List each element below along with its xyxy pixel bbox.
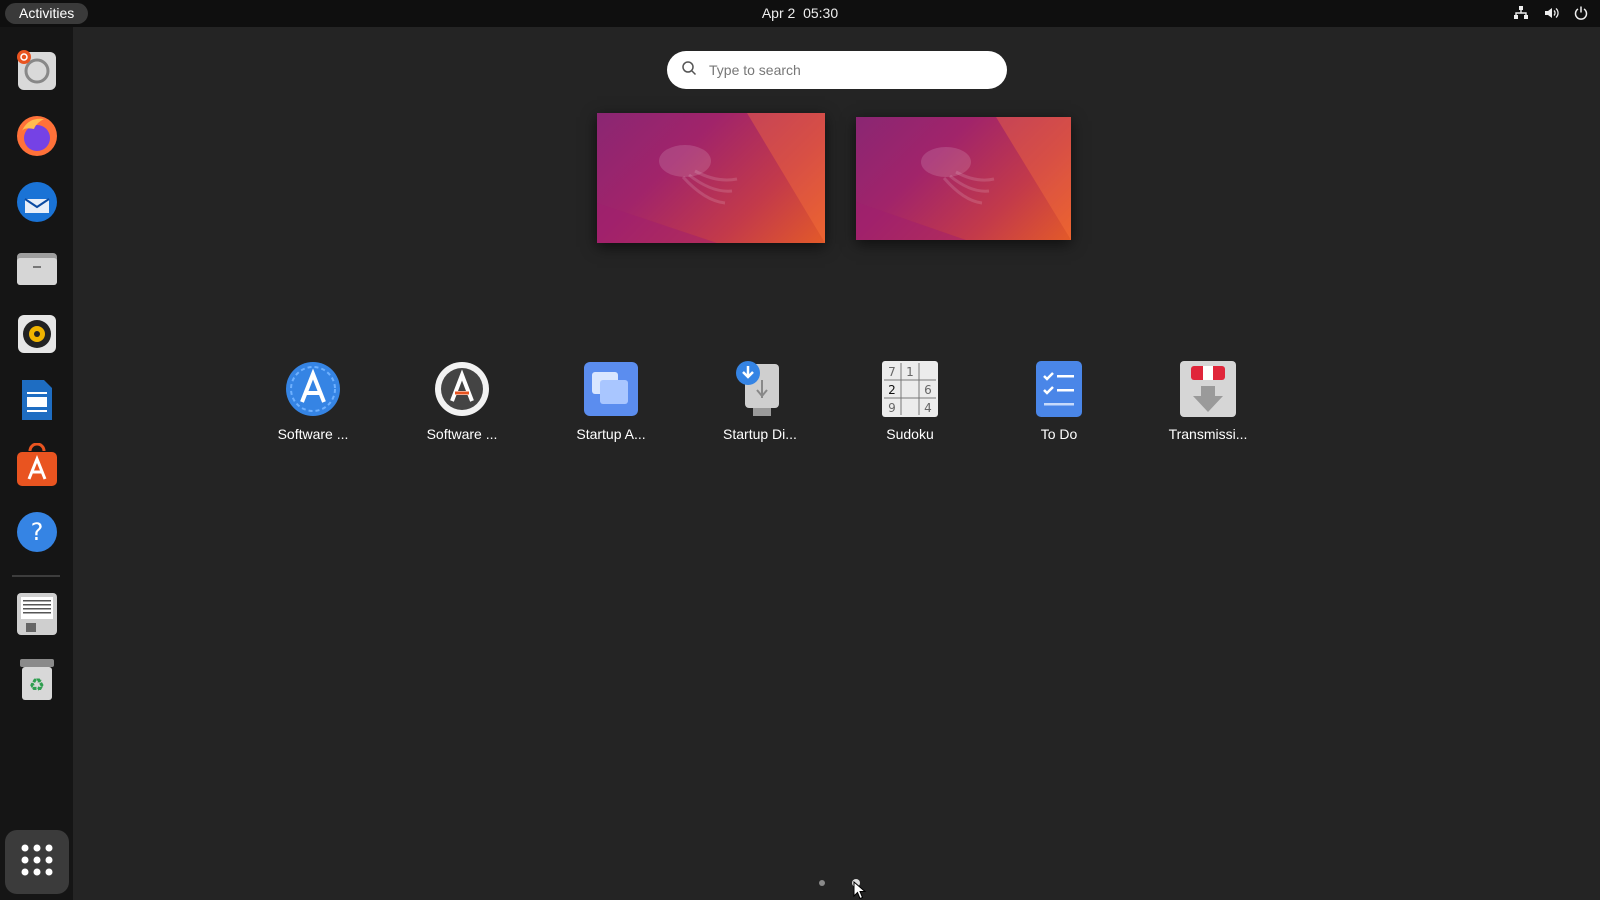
clock-date: Apr 2 (761, 5, 796, 21)
sudoku-digit: 6 (924, 383, 932, 397)
clock-button[interactable]: Apr 2 05:30 (762, 5, 838, 21)
startup-applications-icon (582, 360, 640, 418)
top-bar: Activities Apr 2 05:30 (0, 0, 1600, 27)
sudoku-digit: 2 (888, 383, 896, 397)
app-transmission[interactable]: Transmissi... (1138, 360, 1278, 442)
dock-item-thunderbird[interactable] (10, 177, 64, 231)
software-icon (14, 442, 60, 494)
network-icon[interactable] (1512, 4, 1530, 22)
power-icon[interactable] (1572, 4, 1590, 22)
app-label: Software ... (277, 426, 349, 442)
volume-icon[interactable] (1542, 4, 1560, 22)
app-label: Startup Di... (723, 426, 797, 442)
dock-separator (12, 575, 60, 577)
app-startup-applications[interactable]: Startup A... (541, 360, 681, 442)
dock-item-writer[interactable] (10, 375, 64, 429)
clock: Apr 2 05:30 (0, 0, 1600, 27)
dock-item-rhythmbox[interactable] (10, 309, 64, 363)
dock-item-files[interactable] (10, 243, 64, 297)
system-tray[interactable] (1512, 4, 1590, 22)
startup-disk-creator-icon (731, 360, 789, 418)
search-bar[interactable] (667, 51, 1007, 89)
app-label: Sudoku (886, 426, 934, 442)
activities-button[interactable]: Activities (5, 3, 89, 24)
dock-item-help[interactable]: ? (10, 507, 64, 561)
app-software-properties[interactable]: Software ... (392, 360, 532, 442)
app-label: To Do (1040, 426, 1078, 442)
software-properties-icon (433, 360, 491, 418)
search-icon (681, 60, 697, 81)
search-input[interactable] (709, 62, 979, 78)
dock-item-drive[interactable] (10, 589, 64, 643)
todo-icon (1030, 360, 1088, 418)
transmission-icon (1179, 360, 1237, 418)
clock-time: 05:30 (803, 5, 839, 21)
sudoku-icon: 7 1 2 6 9 4 (881, 360, 939, 418)
dock: ? ♻ (0, 27, 73, 900)
workspace-thumbnail-2[interactable] (856, 117, 1071, 240)
svg-text:?: ? (31, 518, 44, 546)
show-applications-button[interactable] (5, 830, 69, 894)
dock-item-trash[interactable]: ♻ (10, 655, 64, 709)
mouse-cursor (853, 880, 867, 900)
workspace-thumbnail-1[interactable] (597, 113, 825, 243)
installer-icon (14, 47, 60, 98)
files-icon (14, 245, 60, 296)
app-software-updater[interactable]: Software ... (243, 360, 383, 442)
app-label: Software ... (426, 426, 498, 442)
page-indicator-1[interactable] (819, 880, 825, 886)
svg-text:♻: ♻ (29, 675, 45, 696)
app-startup-disk-creator[interactable]: Startup Di... (690, 360, 830, 442)
thunderbird-icon (14, 179, 60, 230)
rhythmbox-icon (14, 311, 60, 362)
drive-icon (14, 591, 60, 642)
app-sudoku[interactable]: 7 1 2 6 9 4 Sudoku (840, 360, 980, 442)
app-to-do[interactable]: To Do (989, 360, 1129, 442)
app-label: Transmissi... (1168, 426, 1248, 442)
dock-item-firefox[interactable] (10, 111, 64, 165)
sudoku-digit: 4 (924, 401, 932, 415)
software-updater-icon (284, 360, 342, 418)
writer-icon (14, 377, 60, 428)
dock-item-software[interactable] (10, 441, 64, 495)
sudoku-digit: 1 (906, 365, 914, 379)
sudoku-digit: 7 (888, 365, 896, 379)
trash-icon: ♻ (14, 657, 60, 708)
apps-grid-icon (20, 843, 54, 882)
dock-item-installer[interactable] (10, 45, 64, 99)
app-label: Startup A... (576, 426, 646, 442)
firefox-icon (14, 113, 60, 164)
help-icon: ? (14, 509, 60, 560)
sudoku-digit: 9 (888, 401, 896, 415)
